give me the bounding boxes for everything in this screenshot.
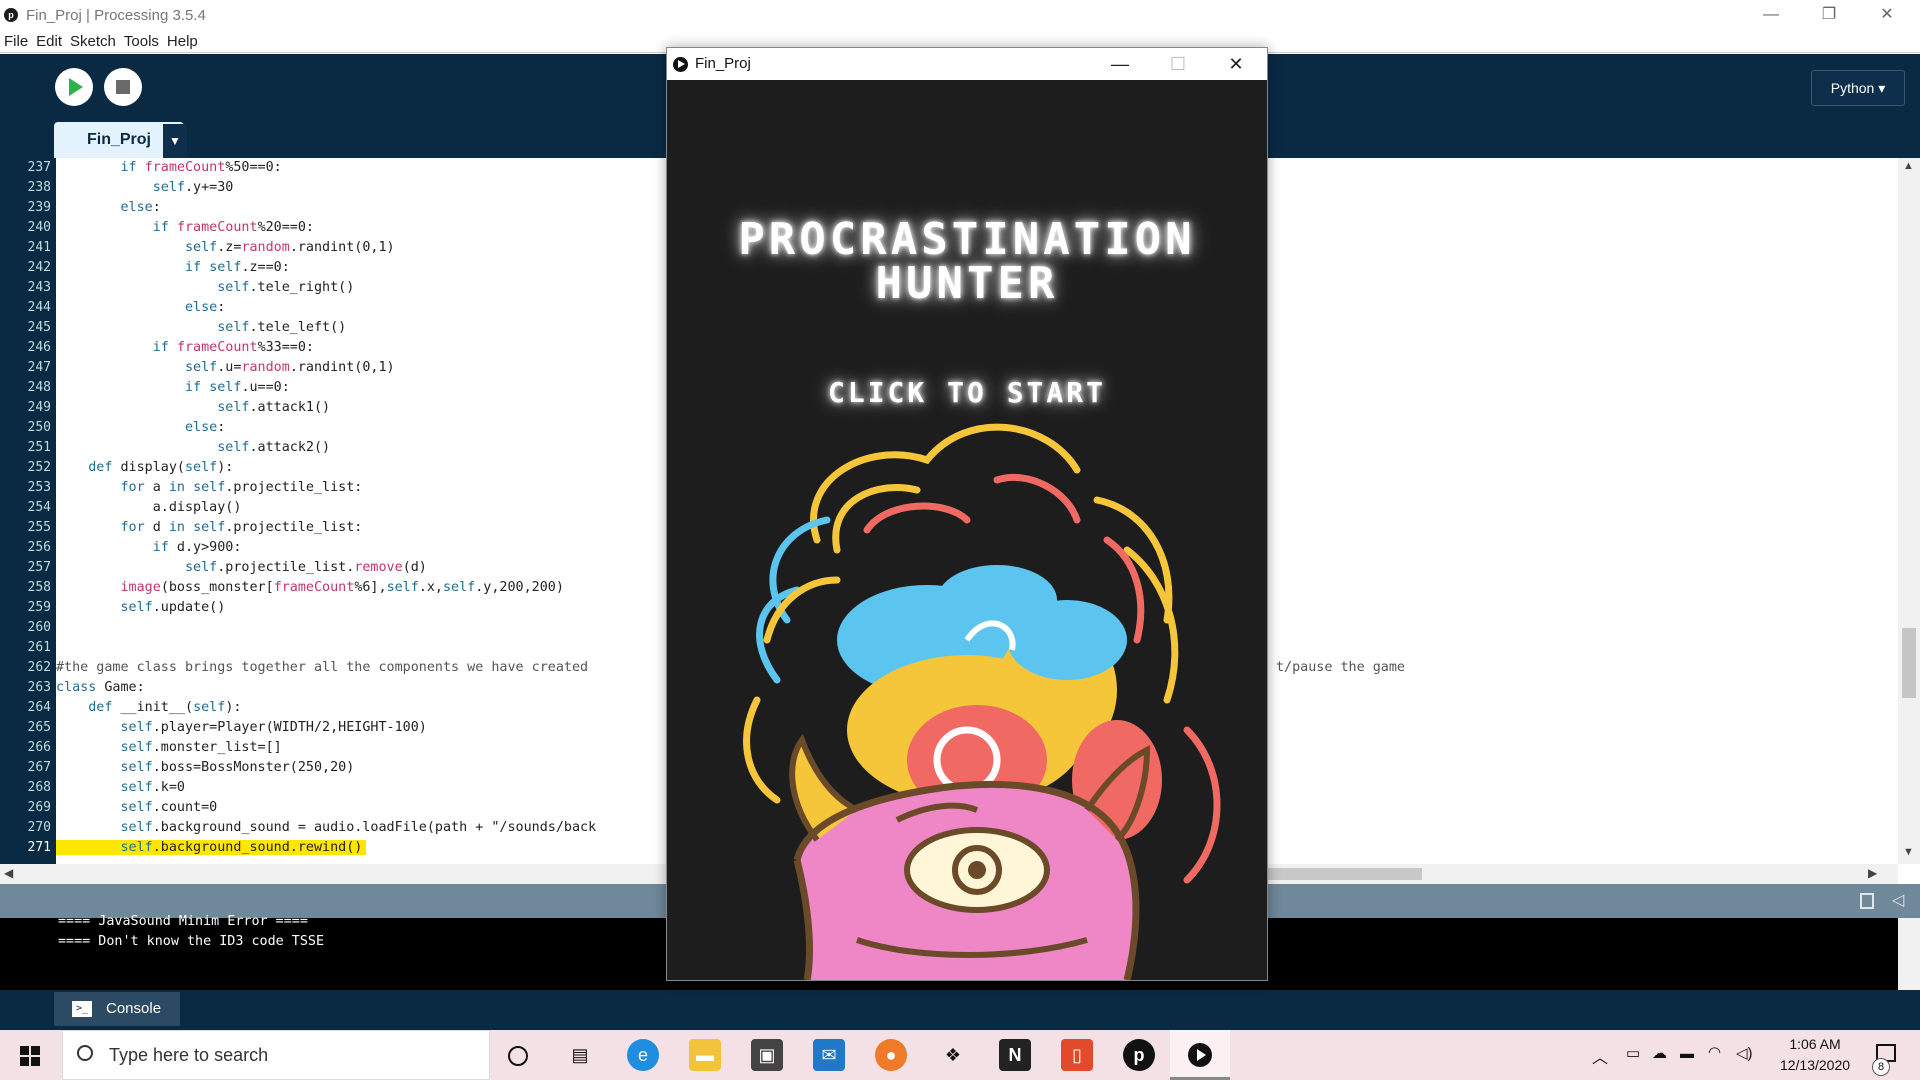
sketch-play-icon xyxy=(673,57,688,72)
taskbar: Type here to search ▤ e ▬ ▣ ✉ ● ❖ N ▯ p … xyxy=(0,1030,1920,1080)
line-number: 247 xyxy=(27,360,51,375)
line-number: 257 xyxy=(27,560,51,575)
line-number: 261 xyxy=(27,640,51,655)
menu-tools[interactable]: Tools xyxy=(124,31,159,53)
sketch-window[interactable]: Fin_Proj — ☐ ✕ PROCRASTINATION HUNTER CL… xyxy=(666,47,1268,981)
task-view-icon[interactable]: ▤ xyxy=(564,1039,596,1071)
edge-icon[interactable]: e xyxy=(627,1039,659,1071)
line-number: 243 xyxy=(27,280,51,295)
terminal-icon: >_ xyxy=(72,1001,92,1017)
line-number: 241 xyxy=(27,240,51,255)
notification-badge: 8 xyxy=(1872,1058,1890,1076)
cortana-icon[interactable] xyxy=(508,1046,528,1066)
line-number: 252 xyxy=(27,460,51,475)
sketch-title-bar: Fin_Proj — ☐ ✕ xyxy=(667,48,1267,80)
file-explorer-icon[interactable]: ▬ xyxy=(689,1039,721,1071)
line-number: 258 xyxy=(27,580,51,595)
line-number: 254 xyxy=(27,500,51,515)
line-number-gutter: 237 238 239 240 241 242 243 244 245 246 247 248 249 2… xyxy=(0,158,56,864)
minimize-button[interactable]: — xyxy=(1742,0,1800,30)
code-line-tail: t/pause the game xyxy=(1276,660,1405,675)
menu-help[interactable]: Help xyxy=(167,31,198,53)
device-icon[interactable]: ▭ xyxy=(1626,1044,1640,1062)
line-number: 253 xyxy=(27,480,51,495)
firefox-icon[interactable]: ● xyxy=(875,1039,907,1071)
clock-date: 12/13/2020 xyxy=(1779,1057,1851,1073)
dropbox-icon[interactable]: ❖ xyxy=(937,1039,969,1071)
vertical-scroll-thumb[interactable] xyxy=(1902,628,1916,698)
search-icon xyxy=(77,1045,93,1061)
search-placeholder: Type here to search xyxy=(109,1045,269,1065)
restore-button[interactable]: ❐ xyxy=(1800,0,1858,30)
line-number: 246 xyxy=(27,340,51,355)
line-number: 248 xyxy=(27,380,51,395)
vertical-scrollbar[interactable]: ▲ ▼ xyxy=(1898,158,1920,864)
menu-sketch[interactable]: Sketch xyxy=(70,31,116,53)
mode-selector[interactable]: Python ▾ xyxy=(1811,70,1905,106)
console-tab[interactable]: >_ Console xyxy=(54,992,180,1026)
line-number: 238 xyxy=(27,180,51,195)
store-icon[interactable]: ▣ xyxy=(751,1039,783,1071)
onedrive-icon[interactable]: ☁ xyxy=(1652,1044,1667,1062)
processing-icon[interactable]: p xyxy=(1123,1039,1155,1071)
title-bar: p Fin_Proj | Processing 3.5.4 — ❐ ✕ xyxy=(0,0,1920,30)
boss-monster-illustration xyxy=(743,423,1221,980)
clock-time: 1:06 AM xyxy=(1789,1036,1841,1052)
line-number: 264 xyxy=(27,700,51,715)
volume-icon[interactable]: ◁) xyxy=(1736,1044,1753,1062)
line-number: 268 xyxy=(27,780,51,795)
collapse-icon[interactable]: ◁ xyxy=(1892,890,1904,910)
tab-menu-button[interactable]: ▼ xyxy=(163,124,187,158)
mail-icon[interactable]: ✉ xyxy=(813,1039,845,1071)
line-number: 256 xyxy=(27,540,51,555)
status-bar: >_ Console xyxy=(0,990,1920,1030)
line-number: 270 xyxy=(27,820,51,835)
processing-logo-icon: p xyxy=(4,8,18,22)
line-number: 239 xyxy=(27,200,51,215)
line-number: 250 xyxy=(27,420,51,435)
line-number: 242 xyxy=(27,260,51,275)
sketch-play-icon xyxy=(1188,1043,1212,1067)
menu-file[interactable]: File xyxy=(4,31,28,53)
line-number: 269 xyxy=(27,800,51,815)
line-number: 271 xyxy=(27,840,51,855)
line-number: 245 xyxy=(27,320,51,335)
line-number: 249 xyxy=(27,400,51,415)
line-number: 266 xyxy=(27,740,51,755)
window-title: Fin_Proj | Processing 3.5.4 xyxy=(26,7,206,24)
sketch-minimize-button[interactable]: — xyxy=(1091,48,1149,80)
line-number: 240 xyxy=(27,220,51,235)
sketch-title: Fin_Proj xyxy=(695,55,751,72)
line-number: 237 xyxy=(27,160,51,175)
line-number: 267 xyxy=(27,760,51,775)
line-number: 255 xyxy=(27,520,51,535)
notion-icon[interactable]: N xyxy=(999,1039,1031,1071)
sketch-maximize-button: ☐ xyxy=(1169,54,1187,74)
running-sketch-taskbar-item[interactable] xyxy=(1170,1030,1230,1080)
line-number: 260 xyxy=(27,620,51,635)
line-number: 263 xyxy=(27,680,51,695)
game-canvas[interactable]: PROCRASTINATION HUNTER CLICK TO START xyxy=(667,80,1267,980)
stop-button[interactable] xyxy=(104,68,142,106)
line-number: 244 xyxy=(27,300,51,315)
close-button[interactable]: ✕ xyxy=(1858,0,1916,30)
menu-edit[interactable]: Edit xyxy=(36,31,62,53)
clipboard-icon[interactable] xyxy=(1860,893,1874,909)
office-icon[interactable]: ▯ xyxy=(1061,1039,1093,1071)
console-scrollbar[interactable] xyxy=(1898,918,1920,990)
console-tab-label: Console xyxy=(106,1000,162,1017)
show-hidden-icons[interactable]: ︿ xyxy=(1592,1044,1608,1068)
taskbar-search[interactable]: Type here to search xyxy=(62,1030,490,1080)
taskbar-clock[interactable]: 1:06 AM 12/13/2020 xyxy=(1770,1034,1860,1076)
windows-start-icon[interactable] xyxy=(20,1046,40,1066)
sketch-close-button[interactable]: ✕ xyxy=(1207,48,1265,80)
line-number: 265 xyxy=(27,720,51,735)
wifi-icon[interactable]: ◠ xyxy=(1708,1043,1721,1061)
line-number: 251 xyxy=(27,440,51,455)
line-number: 262 xyxy=(27,660,51,675)
line-number: 259 xyxy=(27,600,51,615)
battery-icon[interactable]: ▬ xyxy=(1680,1045,1694,1061)
run-button[interactable] xyxy=(55,68,93,106)
